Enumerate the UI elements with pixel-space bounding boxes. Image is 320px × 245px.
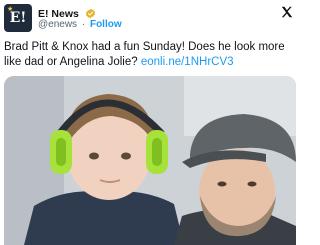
separator-dot: · xyxy=(81,19,86,30)
tweet-header: ★ E! E! News @enews · Follow xyxy=(4,4,296,36)
tweet-card[interactable]: ★ E! E! News @enews · Follow Brad Pitt &… xyxy=(0,0,300,245)
handle[interactable]: @enews xyxy=(38,19,77,30)
display-name[interactable]: E! News xyxy=(38,8,79,20)
x-logo-icon[interactable] xyxy=(280,5,294,19)
tweet-link[interactable]: eonli.ne/1NHrCV3 xyxy=(141,56,234,68)
follow-button[interactable]: Follow xyxy=(90,19,122,30)
photo-image xyxy=(4,76,296,245)
avatar-letter: E! xyxy=(9,10,27,26)
avatar[interactable]: ★ E! xyxy=(4,4,32,32)
verified-badge-icon xyxy=(86,8,96,19)
handle-row: @enews · Follow xyxy=(38,19,122,32)
tweet-text: Brad Pitt & Knox had a fun Sunday! Does … xyxy=(4,40,294,70)
name-row: E! News xyxy=(38,5,96,20)
tweet-photo[interactable] xyxy=(4,76,296,245)
